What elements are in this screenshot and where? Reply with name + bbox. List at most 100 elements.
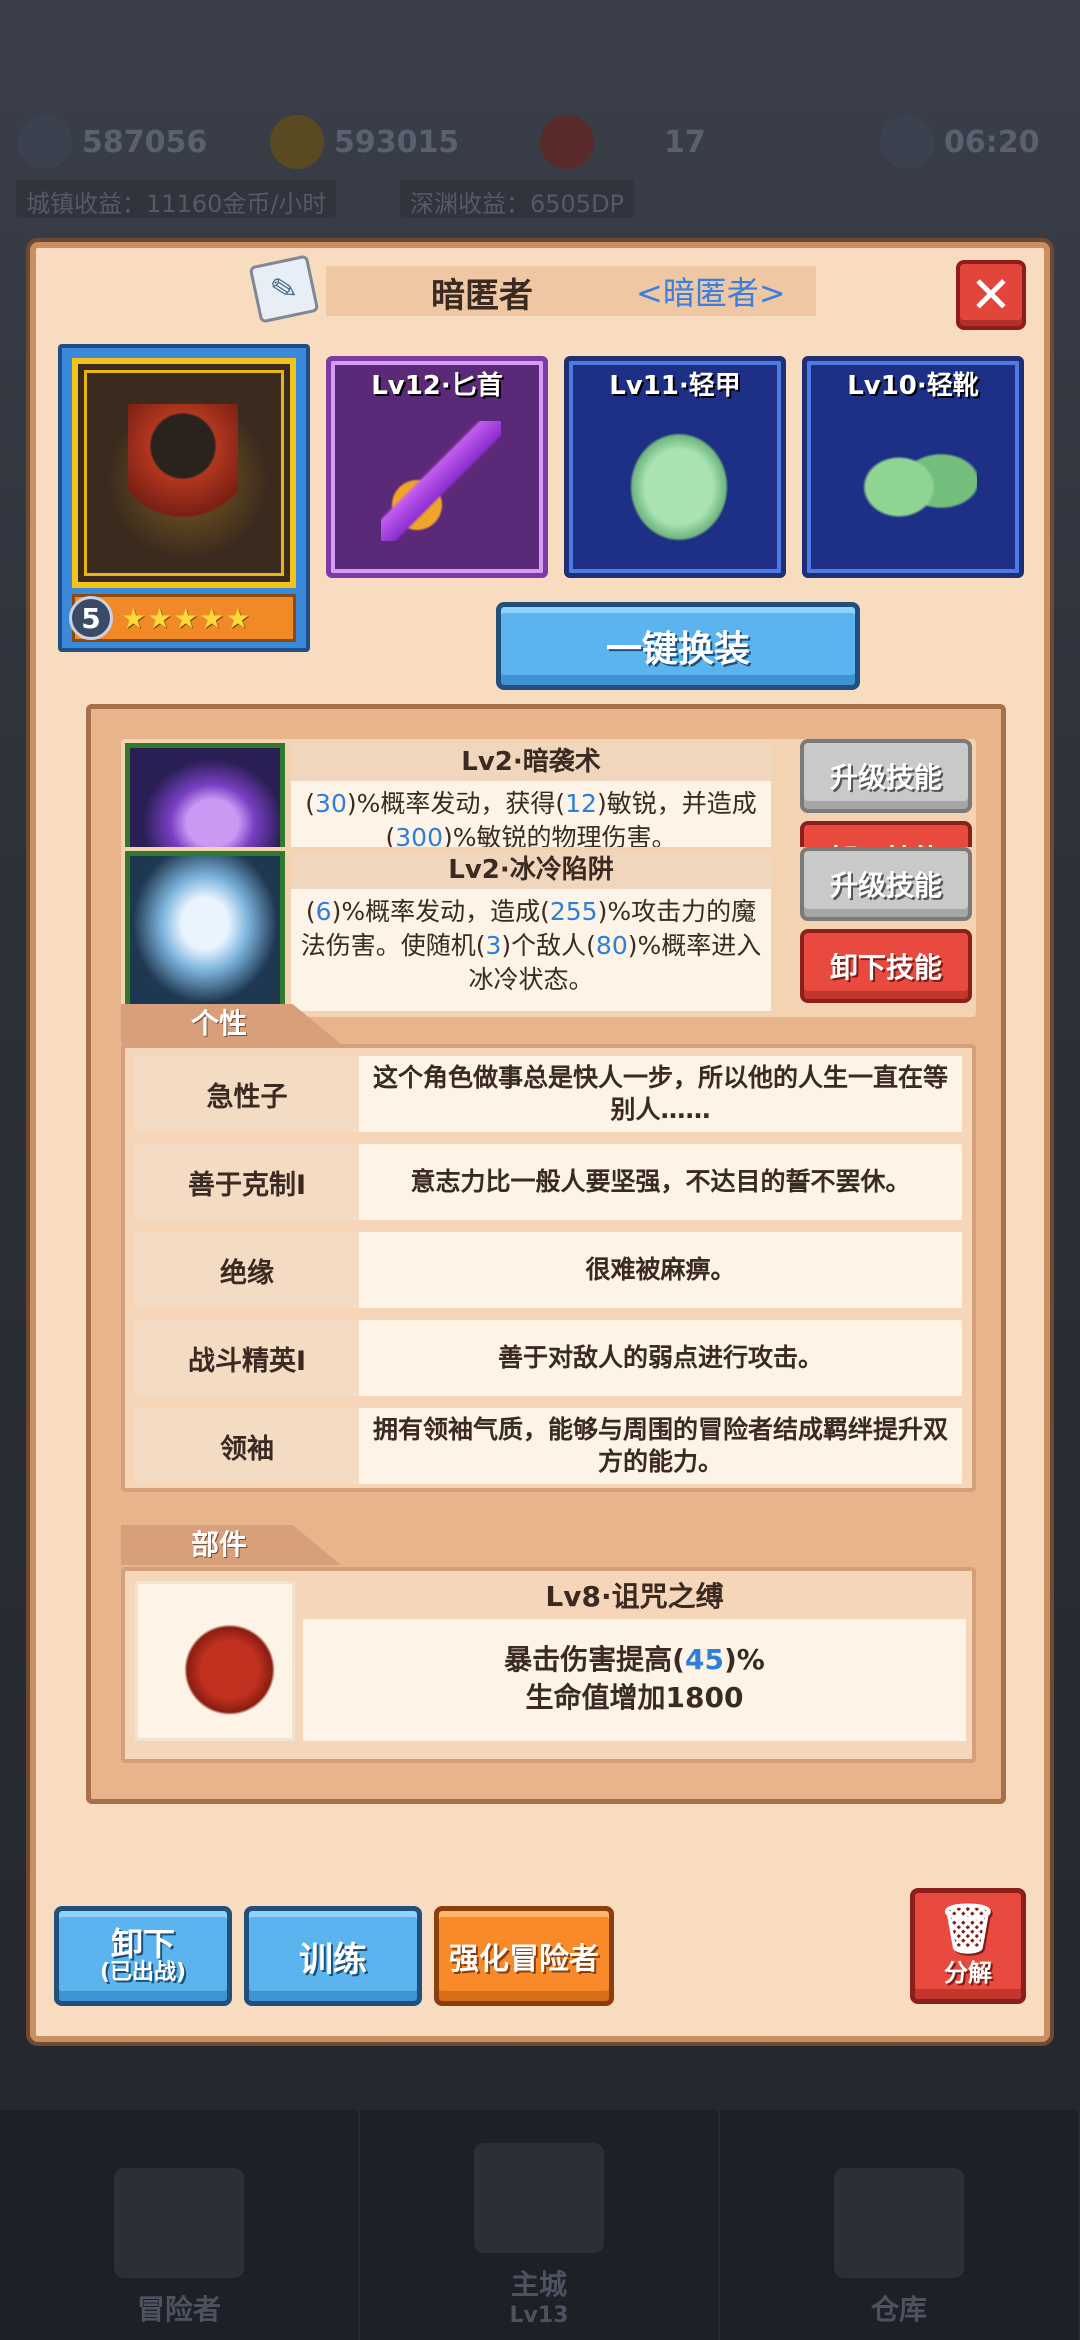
- skill-title: Lv2·冰冷陷阱: [291, 851, 771, 889]
- trait-description: 意志力比一般人要坚强，不达目的誓不罢休。: [410, 1167, 911, 1196]
- strengthen-label: 强化冒险者: [449, 1942, 599, 1977]
- equipment-label: Lv12·匕首: [371, 371, 503, 401]
- skill-actions: 升级技能 卸下技能: [800, 847, 972, 1003]
- trait-row: 善于克制I 意志力比一般人要坚强，不达目的誓不罢休。: [135, 1144, 962, 1220]
- part-icon-frame: [135, 1581, 295, 1741]
- power-counter: 587056: [18, 115, 208, 169]
- curse-bind-icon: [160, 1606, 276, 1722]
- desc-text: )%概率发动，获得(: [346, 789, 566, 818]
- gem-icon: [540, 115, 594, 169]
- city-icon: [474, 2143, 604, 2253]
- star-rating: 5 ★★★★★: [69, 594, 296, 642]
- traits-list: 急性子 这个角色做事总是快人一步，所以他的人生一直在等别人…… 善于克制I 意志…: [121, 1044, 976, 1492]
- gold-counter: 593015: [270, 115, 459, 169]
- desc-number: 6: [315, 897, 332, 926]
- gem-counter: 17: [540, 115, 706, 169]
- trait-row: 领袖 拥有领袖气质，能够与周围的冒险者结成羁绊提升双方的能力。: [135, 1408, 962, 1484]
- strengthen-adventurer-button[interactable]: 强化冒险者: [434, 1906, 614, 2006]
- power-value: 587056: [82, 124, 208, 160]
- clock-icon: [880, 115, 934, 169]
- top-resource-bar: 587056 593015 17 06:20: [0, 100, 1080, 190]
- skill-body: Lv2·冰冷陷阱 (6)%概率发动，造成(255)%攻击力的魔法伤害。使随机(3…: [291, 851, 771, 1011]
- trait-name: 急性子: [135, 1056, 359, 1132]
- desc-number: 255: [549, 897, 598, 926]
- adventurer-icon: [114, 2168, 244, 2278]
- trait-row: 急性子 这个角色做事总是快人一步，所以他的人生一直在等别人……: [135, 1056, 962, 1132]
- abyss-income: 深渊收益：6505DP: [400, 180, 635, 218]
- disassemble-button[interactable]: 🗑 分解: [910, 1888, 1026, 2004]
- desc-text: (: [305, 897, 316, 926]
- trait-name: 善于克制I: [135, 1144, 359, 1220]
- skill-title: Lv2·暗袭术: [291, 743, 771, 781]
- close-button[interactable]: ✕: [956, 260, 1026, 330]
- warehouse-icon: [834, 2168, 964, 2278]
- hero-portrait[interactable]: 5 ★★★★★: [58, 344, 310, 652]
- part-title: Lv8·诅咒之缚: [545, 1580, 724, 1613]
- clock: 06:20: [880, 115, 1040, 169]
- equipment-slot-dagger[interactable]: Lv12·匕首: [326, 356, 548, 578]
- desc-text: (: [305, 789, 316, 818]
- one-key-equip-button[interactable]: 一键换装: [496, 602, 860, 690]
- unequip-skill-button[interactable]: 卸下技能: [800, 929, 972, 1003]
- part-description: 暴击伤害提高(45)% 生命值增加1800: [303, 1619, 966, 1741]
- clock-value: 06:20: [944, 124, 1040, 160]
- desc-text: )个敌人(: [501, 931, 596, 960]
- close-icon: ✕: [970, 266, 1012, 324]
- unequip-hero-sublabel: (已出战): [99, 1960, 187, 1985]
- desc-number: 30: [315, 789, 347, 818]
- equipment-slot-boots[interactable]: Lv10·轻靴: [802, 356, 1024, 578]
- nav-main-city-label: 主城: [510, 2268, 567, 2301]
- hero-class: <暗匿者>: [636, 274, 786, 312]
- trait-description: 很难被麻痹。: [585, 1255, 736, 1284]
- disassemble-label: 分解: [944, 1958, 992, 1987]
- town-income: 城镇收益：11160金币/小时: [16, 180, 337, 218]
- desc-number: 3: [485, 931, 502, 960]
- star-icons: ★★★★★: [121, 601, 252, 635]
- nav-warehouse-label: 仓库: [870, 2293, 927, 2326]
- trait-description: 善于对敌人的弱点进行攻击。: [497, 1343, 823, 1372]
- desc-text: 暴击伤害提高(: [504, 1643, 685, 1676]
- trait-description: 这个角色做事总是快人一步，所以他的人生一直在等别人……: [372, 1063, 948, 1124]
- upgrade-skill-button[interactable]: 升级技能: [800, 739, 972, 813]
- trash-icon: 🗑: [937, 1900, 999, 1957]
- power-icon: [18, 115, 72, 169]
- nav-main-city-level: Lv13: [509, 2303, 569, 2328]
- nav-warehouse[interactable]: 仓库: [720, 2110, 1080, 2340]
- trait-row: 战斗精英I 善于对敌人的弱点进行攻击。: [135, 1320, 962, 1396]
- light-armor-icon: [619, 421, 739, 541]
- nav-adventurer-label: 冒险者: [136, 2293, 221, 2326]
- equipment-label: Lv11·轻甲: [609, 371, 741, 401]
- unequip-hero-label: 卸下: [110, 1925, 175, 1963]
- trait-row: 绝缘 很难被麻痹。: [135, 1232, 962, 1308]
- trait-name: 领袖: [135, 1408, 359, 1484]
- unequip-hero-button[interactable]: 卸下 (已出战): [54, 1906, 232, 2006]
- rename-icon[interactable]: ✎: [248, 254, 320, 324]
- equipment-slot-armor[interactable]: Lv11·轻甲: [564, 356, 786, 578]
- gem-value: 17: [664, 124, 706, 160]
- dagger-icon: [381, 421, 501, 541]
- equipment-label: Lv10·轻靴: [847, 371, 979, 401]
- hero-name: 暗匿者: [431, 276, 533, 316]
- adventurer-detail-dialog: ✎ 暗匿者 <暗匿者> ✕ 5 ★★★★★ Lv12·匕首 Lv11·轻甲 Lv…: [30, 242, 1050, 2042]
- light-boots-icon: [857, 421, 977, 541]
- desc-number: 12: [565, 789, 597, 818]
- desc-number: 45: [684, 1643, 724, 1676]
- desc-text: )%概率发动，造成(: [331, 897, 550, 926]
- portrait-frame: [72, 358, 296, 588]
- train-button[interactable]: 训练: [244, 1906, 422, 2006]
- skill-description: (6)%概率发动，造成(255)%攻击力的魔法伤害。使随机(3)个敌人(80)%…: [291, 889, 771, 1003]
- skill-card: Lv2·冰冷陷阱 (6)%概率发动，造成(255)%攻击力的魔法伤害。使随机(3…: [121, 847, 976, 1017]
- nav-main-city[interactable]: 主城 Lv13: [360, 2110, 720, 2340]
- bottom-nav: 冒险者 主城 Lv13 仓库: [0, 2110, 1080, 2340]
- upgrade-skill-button[interactable]: 升级技能: [800, 847, 972, 921]
- trait-name: 战斗精英I: [135, 1320, 359, 1396]
- part-line-2: 生命值增加1800: [525, 1681, 744, 1714]
- desc-number: 80: [595, 931, 628, 960]
- detail-panel: Lv2·暗袭术 (30)%概率发动，获得(12)敏锐，并造成(300)%敏锐的物…: [86, 704, 1006, 1804]
- trait-name: 绝缘: [135, 1232, 359, 1308]
- hero-sprite: [128, 404, 238, 544]
- frost-trap-icon: [125, 851, 285, 1011]
- trait-description: 拥有领袖气质，能够与周围的冒险者结成羁绊提升双方的能力。: [372, 1415, 948, 1476]
- nav-adventurer[interactable]: 冒险者: [0, 2110, 360, 2340]
- desc-text: )%: [723, 1643, 765, 1676]
